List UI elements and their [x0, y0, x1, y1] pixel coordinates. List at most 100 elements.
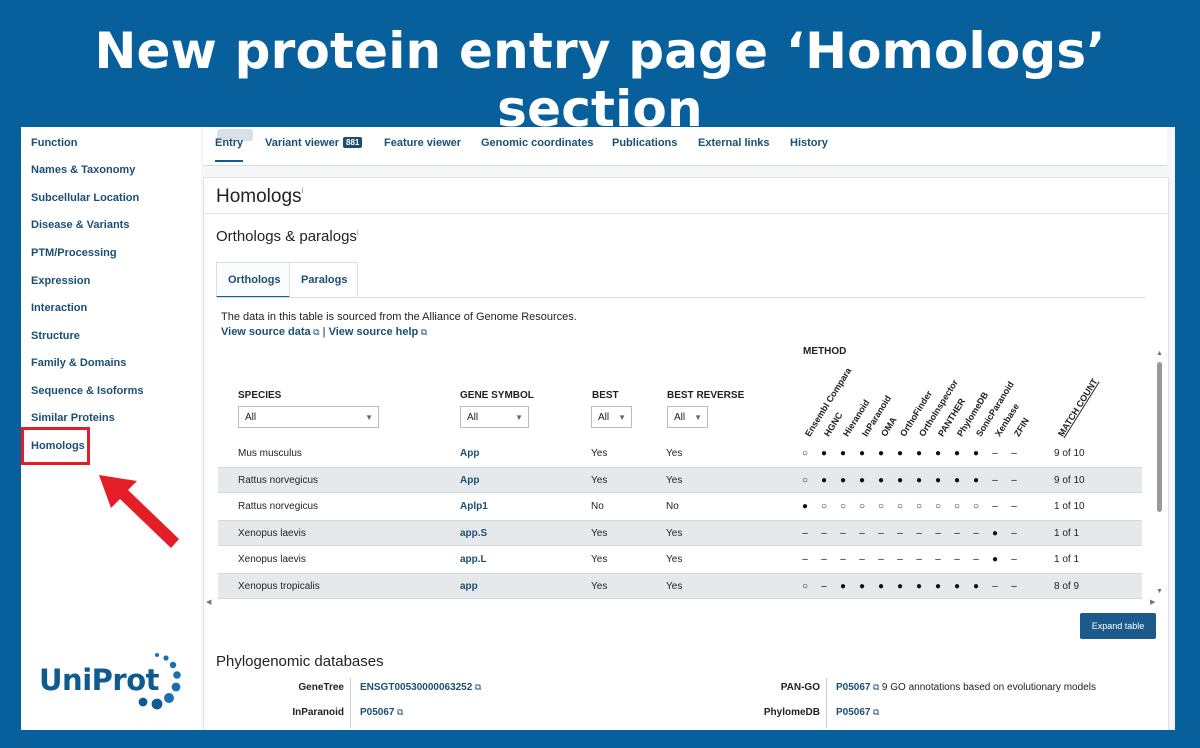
expand-table-button[interactable]: Expand table: [1080, 613, 1156, 639]
pan-go-label: PAN-GO: [780, 682, 820, 693]
method-mark: ●: [915, 475, 923, 486]
column-header-match-count: MATCH COUNT: [1056, 376, 1100, 439]
sidebar-item-function[interactable]: Function: [31, 137, 77, 149]
gene-symbol-link[interactable]: app.S: [460, 528, 487, 539]
divider: [204, 213, 1168, 214]
method-mark: –: [935, 554, 941, 565]
method-mark: ●: [972, 448, 980, 459]
method-mark: –: [973, 528, 979, 539]
table-row[interactable]: Xenopus tropicalis app Yes Yes ○ – ● ● ●…: [218, 573, 1142, 599]
sidebar-item-names-taxonomy[interactable]: Names & Taxonomy: [31, 164, 135, 176]
method-mark: ●: [953, 475, 961, 486]
species-cell: Rattus norvegicus: [238, 475, 319, 486]
method-header-zfin: ZFIN: [1012, 416, 1032, 439]
phylomedb-link[interactable]: P05067: [836, 707, 870, 718]
tab-entry[interactable]: Entry: [215, 137, 244, 162]
method-mark: –: [840, 528, 846, 539]
best-cell: No: [591, 501, 604, 512]
table-row[interactable]: Rattus norvegicus App Yes Yes ○ ● ● ● ● …: [218, 467, 1142, 493]
method-mark: ○: [972, 501, 980, 512]
sidebar-item-sequence-isoforms[interactable]: Sequence & Isoforms: [31, 385, 143, 397]
gene-symbol-link[interactable]: app: [460, 581, 478, 592]
method-mark: –: [1011, 528, 1017, 539]
inparanoid-value: P05067 ⧉: [360, 707, 403, 718]
method-mark: –: [1011, 581, 1017, 592]
pan-go-note: 9 GO annotations based on evolutionary m…: [881, 682, 1096, 693]
method-mark: –: [821, 581, 827, 592]
phylogenomic-databases-heading: Phylogenomic databases: [216, 653, 384, 670]
method-mark: –: [1011, 501, 1017, 512]
gene-symbol-link[interactable]: app.L: [460, 554, 487, 565]
best-filter-select[interactable]: All ▼: [591, 406, 632, 428]
tab-publications[interactable]: Publications: [612, 137, 677, 149]
tab-orthologs[interactable]: Orthologs: [216, 262, 290, 298]
sidebar-item-structure[interactable]: Structure: [31, 330, 80, 342]
method-mark: ●: [858, 581, 866, 592]
tab-feature-viewer[interactable]: Feature viewer: [384, 137, 461, 149]
gene-symbol-link[interactable]: App: [460, 475, 479, 486]
tab-variant-viewer[interactable]: Variant viewer 881: [265, 137, 363, 149]
pan-go-link[interactable]: P05067: [836, 682, 870, 693]
method-mark: ●: [991, 554, 999, 565]
sidebar-item-interaction[interactable]: Interaction: [31, 302, 87, 314]
divider: [826, 678, 827, 728]
sidebar-item-expression[interactable]: Expression: [31, 275, 90, 287]
table-row[interactable]: Mus musculus App Yes Yes ○ ● ● ● ● ● ● ●…: [218, 441, 1142, 467]
scrollbar-thumb[interactable]: [1157, 362, 1162, 512]
scroll-down-icon[interactable]: ▼: [1156, 588, 1163, 595]
method-mark: ●: [972, 475, 980, 486]
sidebar-item-similar-proteins[interactable]: Similar Proteins: [31, 412, 115, 424]
method-mark: –: [802, 528, 808, 539]
method-mark: ○: [858, 501, 866, 512]
method-mark: ●: [915, 581, 923, 592]
best-reverse-cell: Yes: [666, 528, 683, 539]
best-cell: Yes: [591, 528, 608, 539]
column-header-gene-symbol: GENE SYMBOL: [460, 390, 534, 401]
table-row[interactable]: Xenopus laevis app.L Yes Yes – – – – – –…: [218, 547, 1142, 573]
column-header-best: BEST: [592, 390, 619, 401]
info-icon[interactable]: i: [302, 186, 304, 195]
best-reverse-filter-select[interactable]: All ▼: [667, 406, 708, 428]
table-row[interactable]: Rattus norvegicus Aplp1 No No ● ○ ○ ○ ○ …: [218, 494, 1142, 520]
gene-symbol-link[interactable]: App: [460, 448, 479, 459]
sidebar: Function Names & Taxonomy Subcellular Lo…: [21, 127, 201, 730]
sidebar-item-subcellular-location[interactable]: Subcellular Location: [31, 192, 139, 204]
info-icon[interactable]: i: [357, 228, 359, 237]
genetree-link[interactable]: ENSGT00530000063252: [360, 682, 472, 693]
table-vertical-scrollbar[interactable]: ▲ ▼: [1155, 350, 1163, 598]
method-mark: ●: [991, 528, 999, 539]
scroll-up-icon[interactable]: ▲: [1156, 350, 1163, 357]
tab-history[interactable]: History: [790, 137, 828, 149]
uniprot-logo: UniProt: [39, 647, 189, 717]
sidebar-item-ptm-processing[interactable]: PTM/Processing: [31, 247, 117, 259]
species-cell: Mus musculus: [238, 448, 302, 459]
method-mark: ●: [934, 448, 942, 459]
view-source-data-link[interactable]: View source data: [221, 326, 311, 338]
tab-genomic-coordinates[interactable]: Genomic coordinates: [481, 137, 593, 149]
divider: [350, 678, 351, 728]
external-link-icon: ⧉: [472, 682, 482, 692]
method-mark: ●: [896, 581, 904, 592]
species-filter-select[interactable]: All ▼: [238, 406, 379, 428]
method-mark: ●: [972, 581, 980, 592]
link-separator: |: [322, 326, 326, 338]
method-mark: ●: [877, 581, 885, 592]
gene-symbol-filter-select[interactable]: All ▼: [460, 406, 529, 428]
sidebar-item-disease-variants[interactable]: Disease & Variants: [31, 219, 129, 231]
gene-symbol-link[interactable]: Aplp1: [460, 501, 488, 512]
sidebar-item-family-domains[interactable]: Family & Domains: [31, 357, 126, 369]
scroll-right-icon[interactable]: ▶: [1150, 598, 1155, 606]
scroll-left-icon[interactable]: ◀: [206, 598, 211, 606]
view-source-help-link[interactable]: View source help: [329, 326, 419, 338]
method-mark: ●: [858, 475, 866, 486]
tab-external-links[interactable]: External links: [698, 137, 770, 149]
table-row[interactable]: Xenopus laevis app.S Yes Yes – – – – – –…: [218, 520, 1142, 546]
match-count-cell: 9 of 10: [1054, 475, 1085, 486]
method-mark: ●: [896, 448, 904, 459]
inparanoid-link[interactable]: P05067: [360, 707, 394, 718]
tab-paralogs[interactable]: Paralogs: [290, 262, 358, 298]
column-header-species: SPECIES: [238, 390, 282, 401]
method-mark: ●: [820, 475, 828, 486]
method-mark: ●: [953, 581, 961, 592]
match-count-cell: 1 of 1: [1054, 554, 1080, 565]
